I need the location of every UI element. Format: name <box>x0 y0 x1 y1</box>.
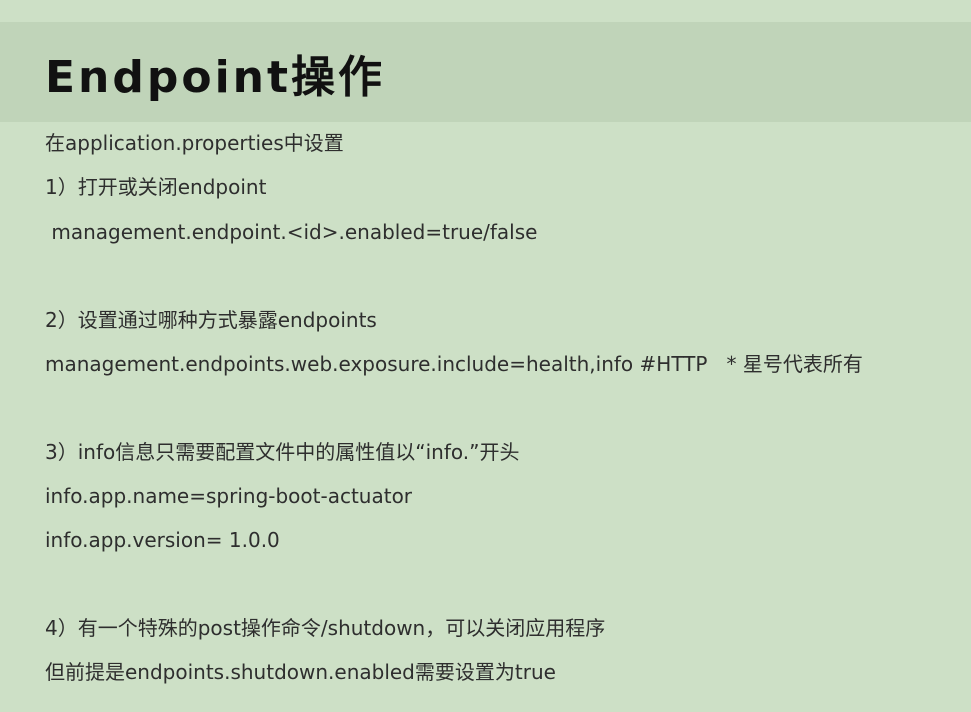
text-line-shutdown-note: 但前提是endpoints.shutdown.enabled需要设置为true <box>45 660 556 684</box>
text-line-step-3: 3）info信息只需要配置文件中的属性值以“info.”开头 <box>45 440 520 464</box>
text-line-exposure-property: management.endpoints.web.exposure.includ… <box>45 352 863 376</box>
text-line-step-4: 4）有一个特殊的post操作命令/shutdown，可以关闭应用程序 <box>45 616 606 640</box>
text-line-enable-property: management.endpoint.<id>.enabled=true/fa… <box>45 220 538 244</box>
text-line-step-2: 2）设置通过哪种方式暴露endpoints <box>45 308 377 332</box>
text-line-info-version: info.app.version= 1.0.0 <box>45 528 280 552</box>
text-line-step-1: 1）打开或关闭endpoint <box>45 175 267 199</box>
text-line-info-name: info.app.name=spring-boot-actuator <box>45 484 413 508</box>
text-line-config-location: 在application.properties中设置 <box>45 131 344 155</box>
page-title: Endpoint操作 <box>45 52 386 103</box>
